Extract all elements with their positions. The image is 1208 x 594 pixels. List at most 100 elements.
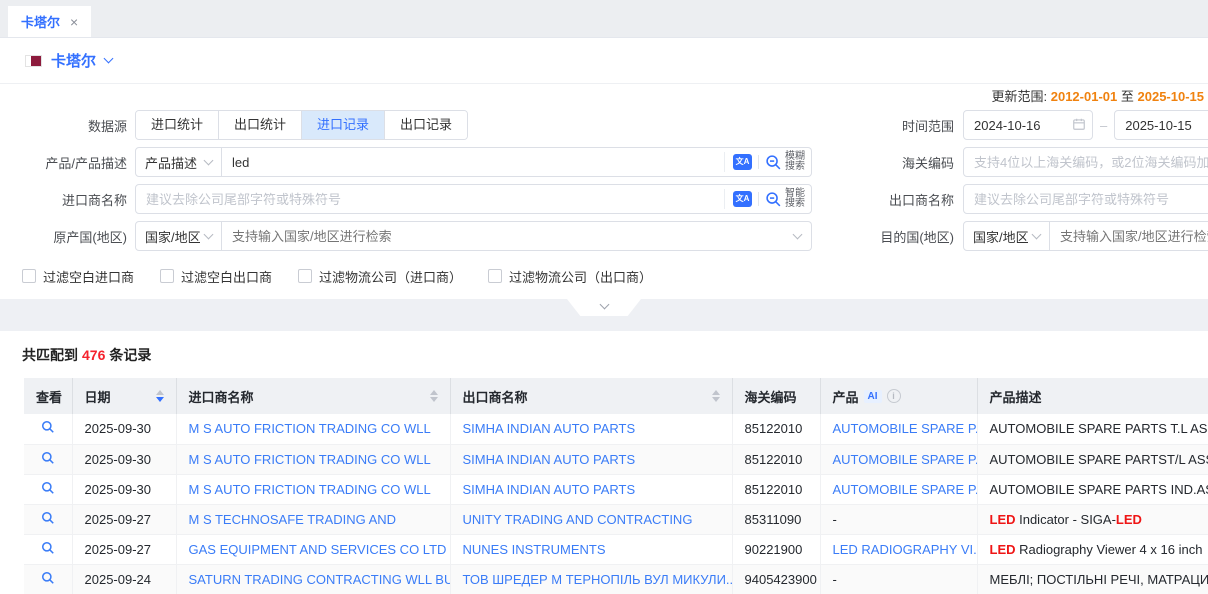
col-exporter[interactable]: 出口商名称 xyxy=(450,378,732,414)
filter-checkbox-row: 过滤空白进口商 过滤空白出口商 过滤物流公司（进口商） 过滤物流公司（出口商） xyxy=(0,267,1208,285)
dest-country-type-select[interactable]: 国家/地区 xyxy=(963,221,1050,251)
exporter-name-input[interactable] xyxy=(963,184,1208,214)
hs-code-input[interactable] xyxy=(963,147,1208,177)
cell-date: 2025-09-30 xyxy=(72,414,176,444)
smart-search-label: 智能搜索 xyxy=(785,189,805,209)
importer-link[interactable]: M S AUTO FRICTION TRADING CO WLL xyxy=(189,482,431,497)
chevron-down-icon xyxy=(204,229,214,239)
checkbox-label: 过滤物流公司（出口商） xyxy=(509,267,652,286)
divider xyxy=(758,192,759,206)
importer-name-input[interactable] xyxy=(136,186,724,212)
magnifier-icon xyxy=(765,154,782,171)
cell-product-empty: - xyxy=(820,564,977,594)
translate-icon[interactable]: 文A xyxy=(733,154,752,170)
date-end-input[interactable] xyxy=(1114,110,1208,140)
cell-hs-code: 85122010 xyxy=(732,444,820,474)
col-date[interactable]: 日期 xyxy=(72,378,176,414)
info-icon[interactable]: i xyxy=(887,389,901,403)
exporter-link[interactable]: ТОВ ШРЕДЕР М ТЕРНОПІЛЬ ВУЛ МИКУЛИ... xyxy=(463,572,733,587)
product-search-input[interactable] xyxy=(222,149,724,175)
col-importer[interactable]: 进口商名称 xyxy=(176,378,450,414)
product-link[interactable]: LED RADIOGRAPHY VI... xyxy=(833,542,978,557)
origin-country-type-value: 国家/地区 xyxy=(145,227,201,246)
product-link[interactable]: AUTOMOBILE SPARE P... xyxy=(833,482,978,497)
col-view: 查看 xyxy=(24,378,72,414)
results-summary: 共匹配到476条记录 xyxy=(0,345,1208,365)
view-record-button[interactable] xyxy=(41,420,55,437)
cell-hs-code: 85311090 xyxy=(732,504,820,534)
view-record-button[interactable] xyxy=(41,571,55,588)
product-input-group: 文A 模糊搜索 xyxy=(222,147,812,177)
table-row: 2025-09-27GAS EQUIPMENT AND SERVICES CO … xyxy=(24,534,1208,564)
smart-search-toggle[interactable]: 智能搜索 xyxy=(765,189,805,209)
importer-link[interactable]: M S AUTO FRICTION TRADING CO WLL xyxy=(189,421,431,436)
checkbox-icon xyxy=(298,269,312,283)
cell-product-desc: AUTOMOBILE SPARE PARTS T.L ASSY ... xyxy=(977,414,1208,444)
importer-link[interactable]: M S AUTO FRICTION TRADING CO WLL xyxy=(189,452,431,467)
cell-product-empty: - xyxy=(820,504,977,534)
table-row: 2025-09-30M S AUTO FRICTION TRADING CO W… xyxy=(24,474,1208,504)
checkbox-filter-blank-exporter[interactable]: 过滤空白出口商 xyxy=(160,267,272,286)
importer-input-group: 文A 智能搜索 xyxy=(135,184,812,214)
table-header-row: 查看 日期 进口商名称 出口商名称 海关编码 产品 AI i 产品描述 xyxy=(24,378,1208,414)
data-source-import-records[interactable]: 进口记录 xyxy=(301,111,384,139)
cell-hs-code: 9405423900 xyxy=(732,564,820,594)
sort-icons-date[interactable] xyxy=(148,390,164,402)
origin-country-type-select[interactable]: 国家/地区 xyxy=(135,221,222,251)
checkbox-filter-logistics-exporter[interactable]: 过滤物流公司（出口商） xyxy=(488,267,652,286)
tab-title: 卡塔尔 xyxy=(21,12,60,31)
cell-hs-code: 85122010 xyxy=(732,414,820,444)
translate-icon[interactable]: 文A xyxy=(733,191,752,207)
chevron-down-icon[interactable] xyxy=(104,54,114,64)
update-range-start: 2012-01-01 xyxy=(1051,89,1118,104)
cell-product-desc: AUTOMOBILE SPARE PARTS IND.ASS... xyxy=(977,474,1208,504)
filter-panel: 更新范围: 2012-01-01 至 2025-10-15 数据源 进口统计 出… xyxy=(0,84,1208,285)
checkbox-label: 过滤空白出口商 xyxy=(181,267,272,286)
importer-link[interactable]: M S TECHNOSAFE TRADING AND xyxy=(189,512,397,527)
view-record-button[interactable] xyxy=(41,511,55,528)
table-row: 2025-09-27M S TECHNOSAFE TRADING ANDUNIT… xyxy=(24,504,1208,534)
update-range-to: 至 xyxy=(1121,89,1134,104)
checkbox-filter-blank-importer[interactable]: 过滤空白进口商 xyxy=(22,267,134,286)
cell-hs-code: 90221900 xyxy=(732,534,820,564)
tab-close-icon[interactable]: × xyxy=(70,14,78,30)
product-link[interactable]: AUTOMOBILE SPARE P... xyxy=(833,421,978,436)
view-record-button[interactable] xyxy=(41,451,55,468)
col-product-desc: 产品描述 xyxy=(977,378,1208,414)
sort-icons-importer[interactable] xyxy=(422,390,438,402)
exporter-link[interactable]: UNITY TRADING AND CONTRACTING xyxy=(463,512,693,527)
exporter-link[interactable]: SIMHA INDIAN AUTO PARTS xyxy=(463,482,636,497)
view-record-button[interactable] xyxy=(41,481,55,498)
origin-country-input[interactable] xyxy=(222,229,794,244)
importer-link[interactable]: SATURN TRADING CONTRACTING WLL BUI... xyxy=(189,572,451,587)
calendar-icon xyxy=(1072,117,1086,131)
fuzzy-search-toggle[interactable]: 模糊搜索 xyxy=(765,152,805,172)
cell-product-desc: LED Indicator - SIGA-LED xyxy=(977,504,1208,534)
data-source-import-stats[interactable]: 进口统计 xyxy=(136,111,218,139)
collapse-filters-handle[interactable] xyxy=(567,299,641,316)
exporter-label: 出口商名称 xyxy=(875,190,963,209)
summary-prefix: 共匹配到 xyxy=(22,347,78,363)
cell-product-desc: LED Radiography Viewer 4 x 16 inch xyxy=(977,534,1208,564)
importer-link[interactable]: GAS EQUIPMENT AND SERVICES CO LTD xyxy=(189,542,447,557)
view-record-button[interactable] xyxy=(41,541,55,558)
chevron-down-icon[interactable] xyxy=(793,229,803,239)
product-type-select[interactable]: 产品描述 xyxy=(135,147,222,177)
product-link[interactable]: AUTOMOBILE SPARE P... xyxy=(833,452,978,467)
data-source-export-records[interactable]: 出口记录 xyxy=(384,111,467,139)
chevron-down-icon xyxy=(204,155,214,165)
hs-code-label: 海关编码 xyxy=(875,153,963,172)
data-source-export-stats[interactable]: 出口统计 xyxy=(218,111,301,139)
checkbox-label: 过滤物流公司（进口商） xyxy=(319,267,462,286)
dest-country-input[interactable] xyxy=(1050,229,1208,244)
results-count: 476 xyxy=(82,347,105,363)
exporter-link[interactable]: SIMHA INDIAN AUTO PARTS xyxy=(463,421,636,436)
sort-icons-exporter[interactable] xyxy=(704,390,720,402)
magnifier-icon xyxy=(765,191,782,208)
exporter-link[interactable]: NUNES INSTRUMENTS xyxy=(463,542,606,557)
product-type-value: 产品描述 xyxy=(145,153,197,172)
exporter-link[interactable]: SIMHA INDIAN AUTO PARTS xyxy=(463,452,636,467)
tab-qatar[interactable]: 卡塔尔 × xyxy=(8,6,91,37)
data-source-label: 数据源 xyxy=(0,116,135,135)
checkbox-filter-logistics-importer[interactable]: 过滤物流公司（进口商） xyxy=(298,267,462,286)
